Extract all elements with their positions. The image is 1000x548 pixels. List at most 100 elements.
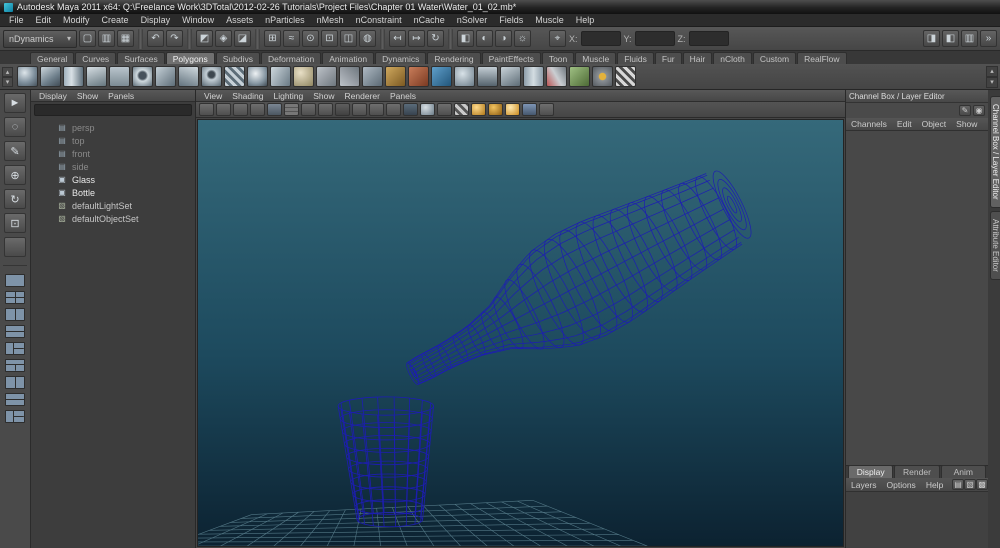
absolute-transform-icon[interactable]: ⌖ bbox=[549, 30, 566, 47]
menu-item[interactable]: Create bbox=[96, 15, 135, 25]
smooth-shade-mode-icon[interactable] bbox=[420, 103, 435, 116]
resolution-gate-icon[interactable] bbox=[318, 103, 333, 116]
outliner-item[interactable]: ▧ defaultLightSet bbox=[31, 199, 195, 212]
layout-single-pane-button[interactable] bbox=[5, 274, 25, 287]
menu-item[interactable]: Fields bbox=[493, 15, 529, 25]
shelf-tab[interactable]: Toon bbox=[542, 52, 574, 64]
shelf-tab[interactable]: General bbox=[30, 52, 74, 64]
group-separator[interactable] bbox=[448, 29, 453, 49]
group-separator[interactable] bbox=[138, 29, 143, 49]
render-current-frame-icon[interactable]: ◐ bbox=[476, 30, 493, 47]
shelf-tab[interactable]: Polygons bbox=[166, 52, 215, 64]
snap-to-view-icon[interactable]: ◫ bbox=[340, 30, 357, 47]
show-tool-settings-icon[interactable]: ▥ bbox=[961, 30, 978, 47]
bevel-icon[interactable] bbox=[500, 66, 521, 87]
lock-camera-icon[interactable] bbox=[216, 103, 231, 116]
shelf-tab[interactable]: Dynamics bbox=[375, 52, 426, 64]
last-tool-icon[interactable] bbox=[4, 237, 26, 257]
viewport-menu-item[interactable]: Lighting bbox=[268, 91, 308, 101]
menu-item[interactable]: nConstraint bbox=[350, 15, 408, 25]
layout-two-panes-stacked-button[interactable] bbox=[5, 325, 25, 338]
boolean-intersection-icon[interactable] bbox=[431, 66, 452, 87]
textured-mode-icon[interactable] bbox=[454, 103, 469, 116]
channel-box-menu-item[interactable]: Channels bbox=[846, 119, 892, 129]
outliner-item[interactable]: ▧ defaultObjectSet bbox=[31, 212, 195, 225]
shelf-tab[interactable]: Custom bbox=[753, 52, 796, 64]
select-by-hierarchy-icon[interactable]: ◩ bbox=[196, 30, 213, 47]
layer-editor-menu-item[interactable]: Options bbox=[882, 480, 921, 490]
lasso-select-tool-icon[interactable]: ◌ bbox=[4, 117, 26, 137]
move-tool-icon[interactable]: ⊕ bbox=[4, 165, 26, 185]
layout-outliner-persp-button[interactable] bbox=[5, 376, 25, 389]
select-by-object-icon[interactable]: ◈ bbox=[215, 30, 232, 47]
outliner-item[interactable]: ▤ persp bbox=[31, 121, 195, 134]
menu-set-selector[interactable]: nDynamics ▾ bbox=[3, 30, 77, 48]
layout-two-panes-side-by-side-button[interactable] bbox=[5, 308, 25, 321]
select-tool-icon[interactable]: ► bbox=[4, 93, 26, 113]
outliner-item[interactable]: ▤ side bbox=[31, 160, 195, 173]
extract-icon[interactable] bbox=[362, 66, 383, 87]
render-settings-icon[interactable]: ☼ bbox=[514, 30, 531, 47]
smooth-icon[interactable] bbox=[454, 66, 475, 87]
poly-cylinder-icon[interactable] bbox=[63, 66, 84, 87]
channel-box-menu-item[interactable]: Show bbox=[951, 119, 982, 129]
ipr-render-icon[interactable]: ◑ bbox=[495, 30, 512, 47]
sidebar-vertical-tab[interactable]: Attribute Editor bbox=[990, 211, 1000, 280]
outliner-item[interactable]: ▤ top bbox=[31, 134, 195, 147]
poly-cube-icon[interactable] bbox=[40, 66, 61, 87]
layout-three-panes-split-left-button[interactable] bbox=[5, 342, 25, 355]
new-empty-layer-icon[interactable]: ▧ bbox=[964, 479, 976, 490]
layout-hypershade-persp-button[interactable] bbox=[5, 410, 25, 423]
viewport-menu-item[interactable]: View bbox=[199, 91, 227, 101]
outliner-filter-input[interactable] bbox=[34, 104, 192, 116]
shelf-tab[interactable]: Fluids bbox=[617, 52, 654, 64]
poly-pyramid-icon[interactable] bbox=[178, 66, 199, 87]
snap-to-plane-icon[interactable]: ⊡ bbox=[321, 30, 338, 47]
bookmarks-icon[interactable] bbox=[250, 103, 265, 116]
file-open-icon[interactable]: ▥ bbox=[98, 30, 115, 47]
poly-plane-icon[interactable] bbox=[109, 66, 130, 87]
channel-box-menu-item[interactable]: Object bbox=[917, 119, 952, 129]
menu-item[interactable]: nParticles bbox=[259, 15, 311, 25]
shelf-tab[interactable]: Muscle bbox=[575, 52, 616, 64]
menu-item[interactable]: Window bbox=[176, 15, 220, 25]
shelf-tab[interactable]: Curves bbox=[75, 52, 116, 64]
wireframe-mode-icon[interactable] bbox=[403, 103, 418, 116]
bounding-box-mode-icon[interactable] bbox=[437, 103, 452, 116]
boolean-union-icon[interactable] bbox=[385, 66, 406, 87]
render-view-icon[interactable]: ◧ bbox=[457, 30, 474, 47]
layer-mode-icon[interactable]: ▤ bbox=[952, 479, 964, 490]
uv-texture-editor-icon[interactable] bbox=[615, 66, 636, 87]
poly-pipe-icon[interactable] bbox=[201, 66, 222, 87]
shelf-tab[interactable]: Surfaces bbox=[117, 52, 165, 64]
layout-persp-graph-button[interactable] bbox=[5, 393, 25, 406]
viewport-menu-item[interactable]: Renderer bbox=[340, 91, 385, 101]
shelf-tab[interactable]: nCloth bbox=[713, 52, 752, 64]
split-polygon-icon[interactable] bbox=[546, 66, 567, 87]
file-save-icon[interactable]: ▦ bbox=[117, 30, 134, 47]
outliner-menu-item[interactable]: Display bbox=[34, 91, 72, 101]
safe-action-icon[interactable] bbox=[369, 103, 384, 116]
file-new-icon[interactable]: ▢ bbox=[79, 30, 96, 47]
poly-cone-icon[interactable] bbox=[86, 66, 107, 87]
viewport-menu-item[interactable]: Panels bbox=[385, 91, 421, 101]
group-separator[interactable] bbox=[255, 29, 260, 49]
shelf-tab[interactable]: PaintEffects bbox=[482, 52, 541, 64]
layer-editor-menu-item[interactable]: Help bbox=[921, 480, 948, 490]
menu-item[interactable]: Muscle bbox=[529, 15, 570, 25]
viewport-canvas[interactable] bbox=[197, 119, 844, 547]
poly-helix-icon[interactable] bbox=[224, 66, 245, 87]
construction-history-icon[interactable]: ↻ bbox=[427, 30, 444, 47]
select-by-component-icon[interactable]: ◪ bbox=[234, 30, 251, 47]
shadows-icon[interactable] bbox=[488, 103, 503, 116]
window-titlebar[interactable]: Autodesk Maya 2011 x64: Q:\Freelance Wor… bbox=[0, 0, 1000, 14]
sidebar-vertical-tab[interactable]: Channel Box / Layer Editor bbox=[990, 96, 1000, 208]
menu-item[interactable]: Help bbox=[570, 15, 601, 25]
outliner-menu-item[interactable]: Panels bbox=[103, 91, 139, 101]
show-attribute-editor-icon[interactable]: ◧ bbox=[942, 30, 959, 47]
scale-tool-icon[interactable]: ⊡ bbox=[4, 213, 26, 233]
group-separator[interactable] bbox=[187, 29, 192, 49]
layout-four-panes-button[interactable] bbox=[5, 291, 25, 304]
channel-lock-icon[interactable]: ◉ bbox=[973, 105, 985, 116]
safe-title-icon[interactable] bbox=[386, 103, 401, 116]
